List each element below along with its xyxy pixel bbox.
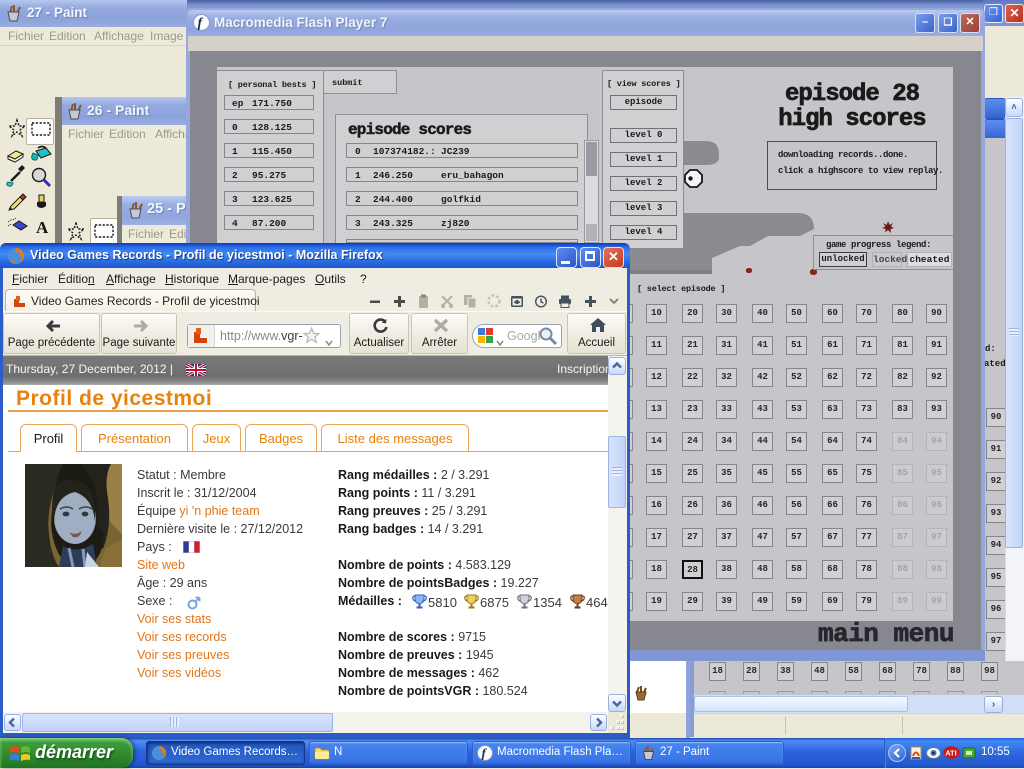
svg-text:ATI: ATI (945, 749, 957, 758)
svg-text:A: A (36, 218, 49, 237)
